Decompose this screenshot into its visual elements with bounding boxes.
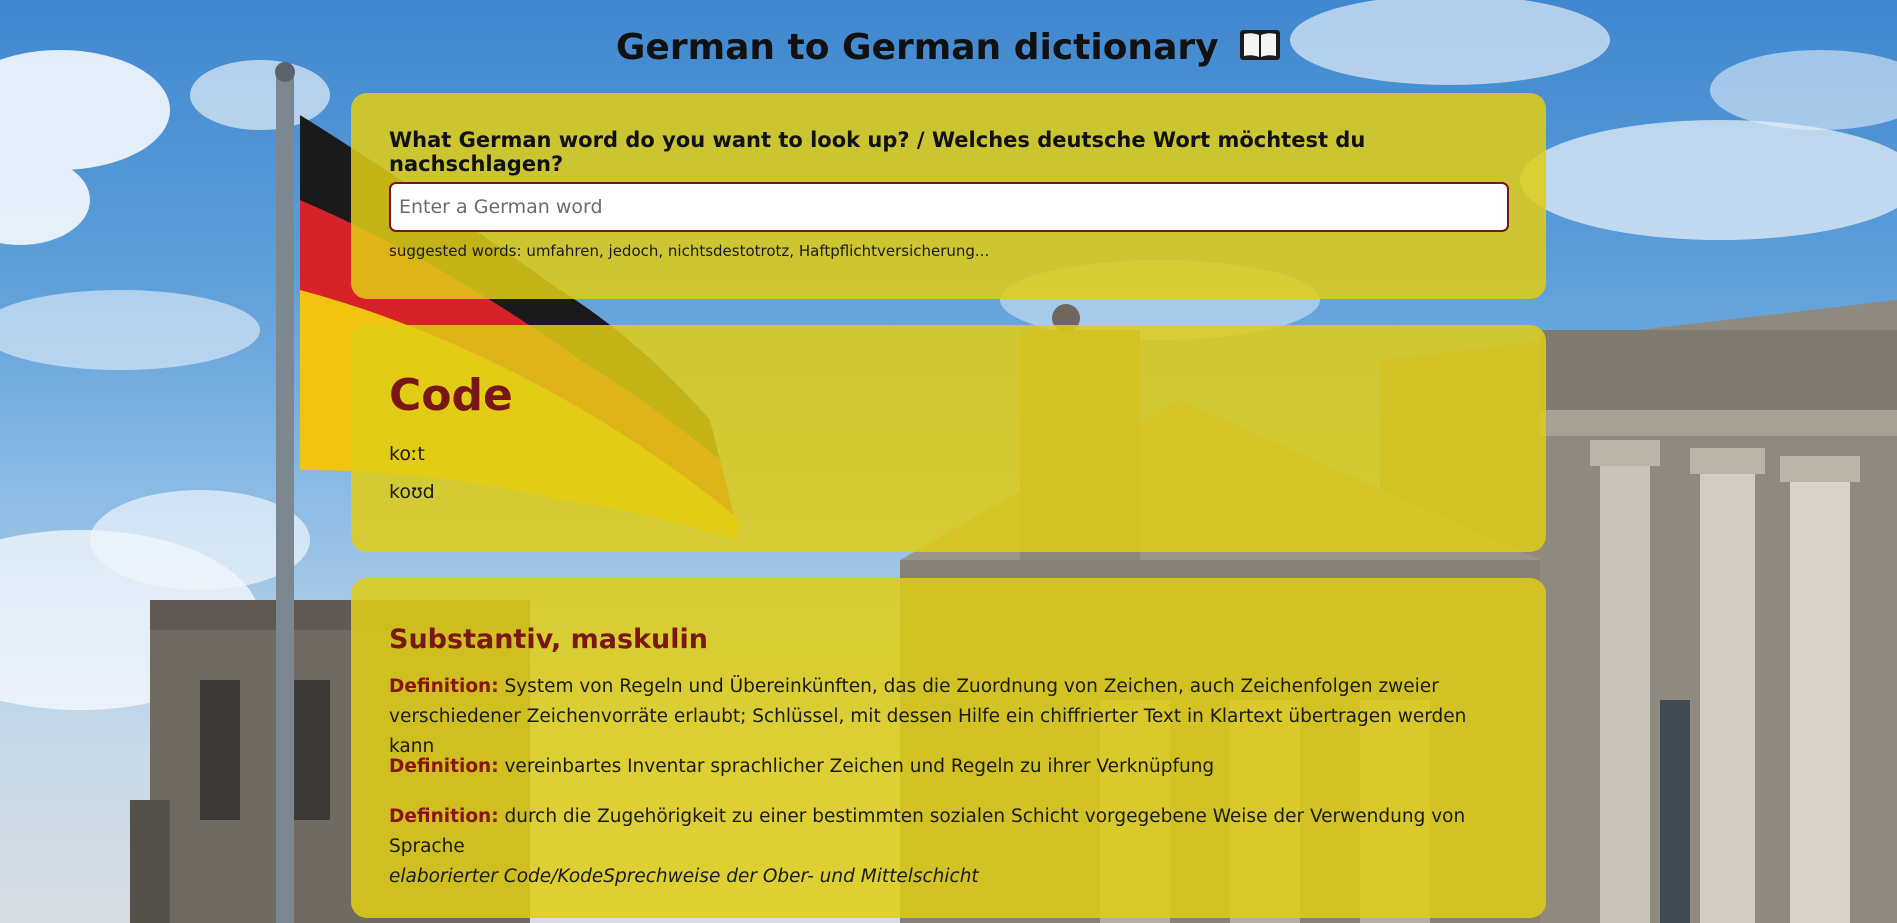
definition-label: Definition: bbox=[389, 806, 499, 827]
page-title: German to German dictionary bbox=[0, 22, 1897, 78]
headword: Code bbox=[389, 370, 513, 421]
suggested-words: suggested words: umfahren, jedoch, nicht… bbox=[389, 242, 990, 260]
definition-item: Definition: System von Regeln und Überei… bbox=[389, 672, 1514, 762]
definition-item: Definition: vereinbartes Inventar sprach… bbox=[389, 752, 1514, 782]
definition-text: durch die Zugehörigkeit zu einer bestimm… bbox=[389, 806, 1466, 857]
pronunciation-english: koʊd bbox=[389, 481, 435, 503]
part-of-speech: Substantiv, maskulin bbox=[389, 624, 708, 655]
definition-label: Definition: bbox=[389, 676, 499, 697]
definition-text: System von Regeln und Übereinkünften, da… bbox=[389, 676, 1467, 757]
page-title-text: German to German dictionary bbox=[615, 27, 1219, 68]
definition-example: elaborierter Code/KodeSprechweise der Ob… bbox=[389, 866, 979, 887]
word-card: Code koːt koʊd bbox=[351, 325, 1546, 552]
search-question: What German word do you want to look up?… bbox=[389, 128, 1366, 176]
definition-label: Definition: bbox=[389, 756, 499, 777]
open-book-icon bbox=[1239, 26, 1281, 78]
word-search-input[interactable] bbox=[389, 182, 1509, 232]
pronunciation-german: koːt bbox=[389, 443, 425, 465]
definitions-card: Substantiv, maskulin Definition: System … bbox=[351, 578, 1546, 918]
search-card: What German word do you want to look up?… bbox=[351, 93, 1546, 299]
definition-item: Definition: durch die Zugehörigkeit zu e… bbox=[389, 802, 1514, 892]
definition-text: vereinbartes Inventar sprachlicher Zeich… bbox=[504, 756, 1215, 777]
